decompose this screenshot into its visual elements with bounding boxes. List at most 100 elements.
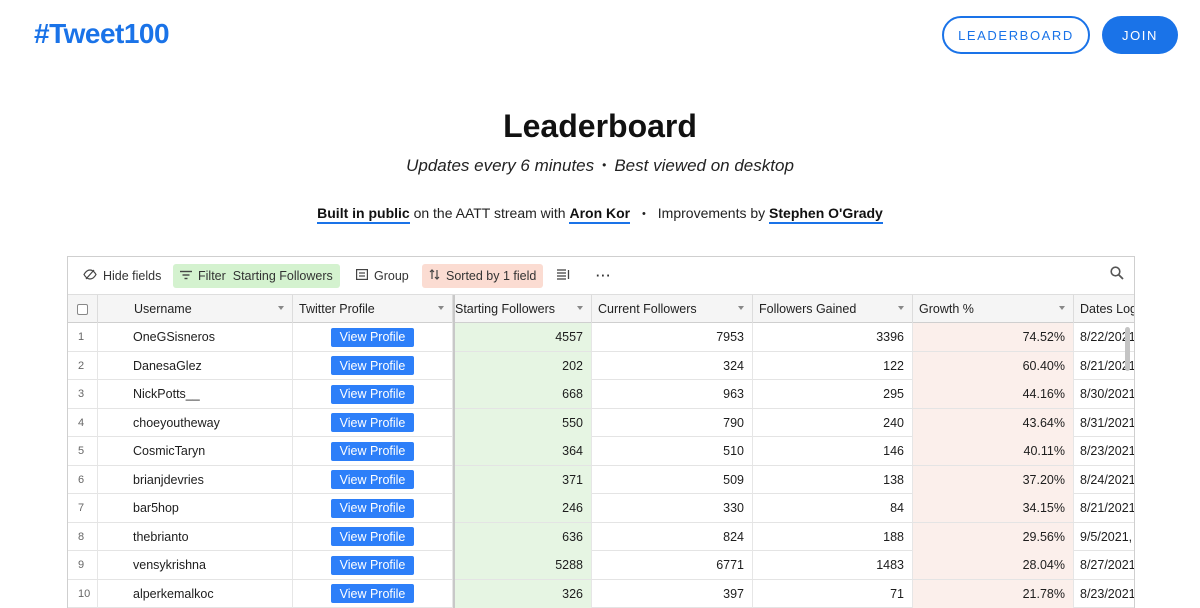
dates-log-cell[interactable]: 8/30/2021 (1074, 380, 1134, 408)
current-followers-cell[interactable]: 824 (592, 522, 753, 551)
table-row[interactable]: 2 DanesaGlez View Profile 202 324 122 60.40% 8/… (68, 351, 1134, 380)
growth-cell[interactable]: 29.56% (913, 522, 1074, 551)
current-followers-cell[interactable]: 509 (592, 465, 753, 494)
starting-followers-cell[interactable]: 636 (453, 522, 592, 551)
current-followers-cell[interactable]: 7953 (592, 323, 753, 351)
view-profile-button[interactable]: View Profile (330, 384, 415, 404)
growth-cell[interactable]: 34.15% (913, 494, 1074, 522)
dates-log-cell[interactable]: 8/24/2021 (1074, 466, 1134, 494)
search-icon[interactable] (1110, 266, 1124, 280)
growth-cell[interactable]: 37.20% (913, 465, 1074, 494)
join-button[interactable]: JOIN (1102, 16, 1178, 54)
followers-gained-cell[interactable]: 122 (753, 351, 913, 380)
view-profile-button[interactable]: View Profile (330, 555, 415, 575)
chevron-down-icon[interactable] (738, 306, 744, 310)
growth-cell[interactable]: 44.16% (913, 380, 1074, 408)
growth-cell[interactable]: 43.64% (913, 408, 1074, 437)
followers-gained-cell[interactable]: 295 (753, 380, 913, 408)
chevron-down-icon[interactable] (1059, 306, 1065, 310)
followers-gained-cell[interactable]: 84 (753, 494, 913, 522)
dates-log-cell[interactable]: 8/21/2021, (1074, 494, 1134, 522)
starting-followers-cell[interactable]: 550 (453, 408, 592, 437)
view-profile-button[interactable]: View Profile (330, 356, 415, 375)
view-profile-button[interactable]: View Profile (330, 327, 415, 347)
starting-followers-cell[interactable]: 5288 (453, 551, 592, 579)
vertical-scrollbar[interactable] (1125, 327, 1130, 371)
growth-cell[interactable]: 74.52% (913, 323, 1074, 351)
current-followers-cell[interactable]: 330 (592, 494, 753, 522)
current-followers-cell[interactable]: 510 (592, 437, 753, 465)
header-dates-log[interactable]: Dates Log (1074, 295, 1134, 323)
header-starting-followers[interactable]: Starting Followers (453, 295, 592, 323)
chevron-down-icon[interactable] (438, 306, 444, 310)
starting-followers-cell[interactable]: 202 (453, 351, 592, 380)
starting-followers-cell[interactable]: 371 (453, 465, 592, 494)
current-followers-cell[interactable]: 963 (592, 380, 753, 408)
current-followers-cell[interactable]: 397 (592, 579, 753, 608)
header-growth[interactable]: Growth % (913, 295, 1074, 323)
username-cell[interactable]: thebrianto (98, 522, 293, 551)
hide-fields-button[interactable]: Hide fields (76, 264, 168, 288)
followers-gained-cell[interactable]: 188 (753, 522, 913, 551)
followers-gained-cell[interactable]: 138 (753, 465, 913, 494)
current-followers-cell[interactable]: 324 (592, 351, 753, 380)
starting-followers-cell[interactable]: 246 (453, 494, 592, 522)
username-cell[interactable]: vensykrishna (98, 551, 293, 579)
username-cell[interactable]: brianjdevries (98, 465, 293, 494)
username-cell[interactable]: alperkemalkoc (98, 579, 293, 608)
table-row[interactable]: 10 alperkemalkoc View Profile 326 397 71 21.78… (68, 579, 1134, 608)
header-username[interactable]: Username (98, 295, 293, 323)
username-cell[interactable]: CosmicTaryn (98, 437, 293, 465)
table-row[interactable]: 1 OneGSisneros View Profile 4557 7953 3396 74.… (68, 323, 1134, 352)
header-followers-gained[interactable]: Followers Gained (753, 295, 913, 323)
current-followers-cell[interactable]: 6771 (592, 551, 753, 579)
leaderboard-button[interactable]: LEADERBOARD (942, 16, 1090, 54)
table-row[interactable]: 4 choeyoutheway View Profile 550 790 240 43.64… (68, 408, 1134, 437)
filter-button[interactable]: Filter Starting Followers (173, 264, 340, 288)
header-twitter-profile[interactable]: Twitter Profile (293, 295, 453, 323)
growth-cell[interactable]: 60.40% (913, 351, 1074, 380)
table-row[interactable]: 7 bar5hop View Profile 246 330 84 34.15% 8/21/2… (68, 494, 1134, 523)
username-cell[interactable]: DanesaGlez (98, 351, 293, 380)
dates-log-cell[interactable]: 8/31/2021, (1074, 409, 1134, 437)
table-row[interactable]: 8 thebrianto View Profile 636 824 188 29.56% 9/… (68, 522, 1134, 551)
view-profile-button[interactable]: View Profile (330, 584, 415, 603)
starting-followers-cell[interactable]: 4557 (453, 323, 592, 351)
group-button[interactable]: Group (349, 264, 416, 288)
followers-gained-cell[interactable]: 240 (753, 408, 913, 437)
chevron-down-icon[interactable] (898, 306, 904, 310)
followers-gained-cell[interactable]: 3396 (753, 323, 913, 351)
starting-followers-cell[interactable]: 364 (453, 437, 592, 465)
header-current-followers[interactable]: Current Followers (592, 295, 753, 323)
username-cell[interactable]: OneGSisneros (98, 323, 293, 351)
username-cell[interactable]: bar5hop (98, 494, 293, 522)
username-cell[interactable]: choeyoutheway (98, 408, 293, 437)
followers-gained-cell[interactable]: 1483 (753, 551, 913, 579)
table-row[interactable]: 3 NickPotts__ View Profile 668 963 295 44.16% 8… (68, 380, 1134, 409)
table-row[interactable]: 5 CosmicTaryn View Profile 364 510 146 40.11% 8… (68, 437, 1134, 466)
brand-logo[interactable]: #Tweet100 (34, 18, 170, 50)
followers-gained-cell[interactable]: 146 (753, 437, 913, 465)
growth-cell[interactable]: 21.78% (913, 579, 1074, 608)
dates-log-cell[interactable]: 8/23/2021 (1074, 580, 1134, 608)
view-profile-button[interactable]: View Profile (330, 527, 415, 546)
view-profile-button[interactable]: View Profile (330, 441, 415, 461)
stephen-ogrady-link[interactable]: Stephen O'Grady (769, 205, 883, 224)
dates-log-cell[interactable]: 8/27/2021, (1074, 551, 1134, 579)
username-cell[interactable]: NickPotts__ (98, 380, 293, 408)
built-in-public-link[interactable]: Built in public (317, 205, 410, 224)
growth-cell[interactable]: 28.04% (913, 551, 1074, 579)
current-followers-cell[interactable]: 790 (592, 408, 753, 437)
chevron-down-icon[interactable] (577, 306, 583, 310)
starting-followers-cell[interactable]: 326 (453, 579, 592, 608)
dates-log-cell[interactable]: 9/5/2021, · (1074, 523, 1134, 551)
more-options-button[interactable]: ··· (589, 264, 619, 288)
view-profile-button[interactable]: View Profile (330, 470, 415, 489)
chevron-down-icon[interactable] (278, 306, 284, 310)
growth-cell[interactable]: 40.11% (913, 437, 1074, 465)
table-row[interactable]: 6 brianjdevries View Profile 371 509 138 37.20… (68, 465, 1134, 494)
sort-button[interactable]: Sorted by 1 field (422, 264, 544, 288)
view-profile-button[interactable]: View Profile (330, 413, 415, 432)
table-row[interactable]: 9 vensykrishna View Profile 5288 6771 1483 28.… (68, 551, 1134, 580)
followers-gained-cell[interactable]: 71 (753, 579, 913, 608)
